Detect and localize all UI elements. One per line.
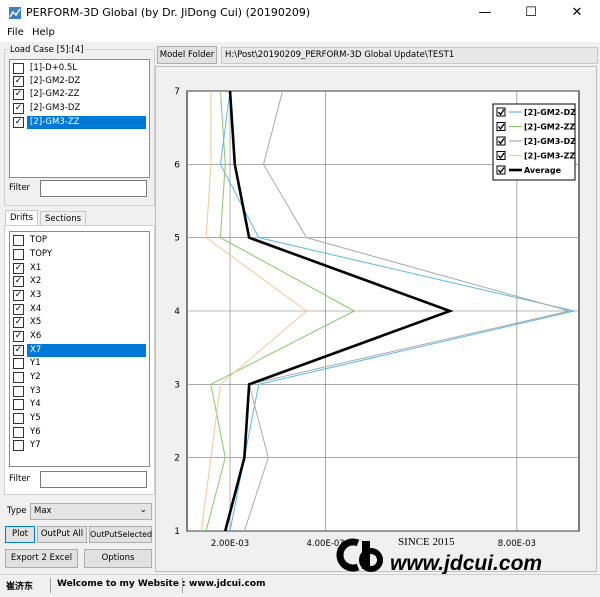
checkbox[interactable] — [13, 427, 24, 438]
watermark: SINCE 2015 www.jdcui.com — [336, 535, 594, 575]
checkbox[interactable]: ✓ — [13, 117, 24, 128]
drift-chart: 12345672.00E-03 4.00E-03 8.00E-03[2]-GM2-D… — [174, 87, 580, 549]
watermark-site: www.jdcui.com — [390, 552, 543, 575]
checkbox[interactable] — [13, 386, 24, 397]
legend-label: Average — [524, 166, 562, 175]
status-url[interactable]: www.jdcui.com — [189, 579, 265, 589]
y-tick-label: 7 — [174, 87, 180, 97]
checkbox[interactable] — [13, 63, 24, 74]
chevron-down-icon: ⌄ — [139, 505, 147, 515]
tab-drifts[interactable]: Drifts — [5, 210, 39, 225]
checkbox[interactable] — [13, 235, 24, 246]
watermark-since: SINCE 2015 — [398, 536, 455, 548]
x-tick-label: 2.00E-03 — [211, 539, 249, 549]
checkbox[interactable] — [13, 440, 24, 451]
status-divider — [182, 578, 183, 593]
y-tick-label: 1 — [174, 527, 180, 537]
checkbox[interactable]: ✓ — [13, 290, 24, 301]
drifts-filter-label: Filter — [9, 474, 31, 484]
drifts-filter-input[interactable] — [40, 471, 147, 488]
checkbox[interactable]: ✓ — [13, 103, 24, 114]
status-bar: 崔济东 Welcome to my Website : www.jdcui.co… — [0, 574, 600, 597]
close-button[interactable]: ✕ — [554, 0, 600, 26]
drifts-list[interactable]: TOP TOPY ✓ X1 ✓ X2 ✓ X3 ✓ X4 ✓ X5 ✓ X6 ✓ X7 Y1 … — [9, 231, 150, 467]
y-tick-label: 5 — [174, 234, 180, 244]
checkbox[interactable]: ✓ — [13, 317, 24, 328]
options-button[interactable]: Options — [84, 549, 152, 568]
plot-button[interactable]: Plot — [5, 526, 35, 543]
y-tick-label: 2 — [174, 454, 180, 464]
menu-help[interactable]: Help — [32, 27, 55, 38]
y-tick-label: 6 — [174, 160, 180, 170]
checkbox[interactable]: ✓ — [13, 304, 24, 315]
type-select[interactable]: Max ⌄ — [30, 503, 152, 520]
checkbox[interactable] — [13, 249, 24, 260]
checkbox[interactable]: ✓ — [13, 331, 24, 342]
window-title: PERFORM-3D Global (by Dr. JiDong Cui) (2… — [26, 6, 311, 19]
load-case-filter-label: Filter — [9, 183, 31, 193]
drift-item-selected[interactable]: ✓ X7 — [12, 344, 146, 357]
logo-icon — [336, 538, 383, 572]
model-folder-button[interactable]: Model Folder — [157, 46, 217, 64]
y-tick-label: 4 — [174, 307, 180, 317]
status-author: 崔济东 — [6, 582, 34, 592]
output-all-button[interactable]: OutPut All — [37, 526, 87, 543]
status-welcome: Welcome to my Website : — [57, 579, 186, 589]
minimize-button[interactable]: — — [462, 0, 508, 26]
load-case-item-selected[interactable]: ✓ [2]-GM3-ZZ — [12, 116, 146, 129]
checkbox[interactable]: ✓ — [13, 276, 24, 287]
title-bar: PERFORM-3D Global (by Dr. JiDong Cui) (2… — [0, 0, 600, 26]
load-case-list[interactable]: [1]-D+0.5L ✓ [2]-GM2-DZ ✓ [2]-GM2-ZZ ✓ [2]-… — [9, 59, 150, 178]
export-excel-button[interactable]: Export 2 Excel — [5, 549, 78, 568]
type-label: Type — [7, 506, 27, 516]
checkbox[interactable]: ✓ — [13, 76, 24, 87]
output-selected-button[interactable]: OutPutSelected — [89, 526, 152, 543]
legend-label: [2]-GM2-DZ — [524, 108, 576, 117]
checkbox[interactable]: ✓ — [13, 345, 24, 356]
checkbox[interactable] — [13, 358, 24, 369]
status-divider — [50, 578, 51, 593]
menu-file[interactable]: File — [7, 27, 24, 38]
load-case-label: Load Case [5]:[4] — [8, 45, 86, 55]
path-display: H:\Post\20190209_PERFORM-3D Global Updat… — [221, 47, 598, 64]
legend-label: [2]-GM3-DZ — [524, 137, 576, 146]
legend-label: [2]-GM2-ZZ — [524, 123, 575, 132]
app-icon — [9, 7, 21, 19]
checkbox[interactable] — [13, 372, 24, 383]
load-case-filter-input[interactable] — [40, 180, 147, 197]
y-tick-label: 3 — [174, 380, 180, 390]
type-select-value: Max — [34, 506, 52, 516]
legend-label: [2]-GM3-ZZ — [524, 152, 575, 161]
checkbox[interactable] — [13, 413, 24, 424]
menu-bar: File Help — [0, 26, 600, 42]
maximize-button[interactable]: ☐ — [508, 0, 554, 26]
checkbox[interactable]: ✓ — [13, 263, 24, 274]
tab-sections[interactable]: Sections — [40, 211, 87, 226]
checkbox[interactable]: ✓ — [13, 89, 24, 100]
checkbox[interactable] — [13, 399, 24, 410]
